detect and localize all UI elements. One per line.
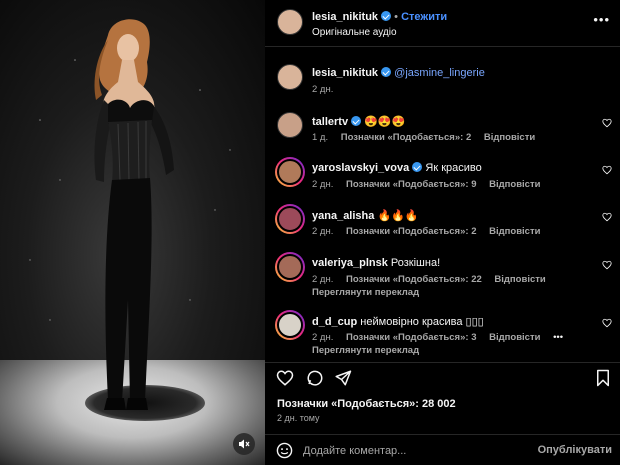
like-comment-heart-icon[interactable]: [602, 318, 612, 328]
see-translation-link[interactable]: Переглянути переклад: [312, 345, 419, 356]
reply-button[interactable]: Відповісти: [494, 274, 545, 285]
post-time: 2 дн. тому: [277, 413, 320, 423]
verified-badge-icon: [381, 67, 392, 77]
like-comment-heart-icon[interactable]: [602, 165, 612, 175]
avatar[interactable]: [275, 204, 305, 234]
mute-button[interactable]: [233, 433, 255, 455]
post-media[interactable]: [0, 0, 265, 465]
header-username[interactable]: lesia_nikituk: [312, 11, 378, 23]
caption-time: 2 дн.: [312, 84, 334, 95]
like-comment-heart-icon[interactable]: [602, 118, 612, 128]
action-bar: [265, 362, 620, 392]
save-bookmark-icon[interactable]: [595, 369, 611, 387]
caption: lesia_nikituk @jasmine_lingerie 2 дн.: [265, 60, 620, 100]
comment-username[interactable]: valeriya_plnsk: [312, 257, 388, 269]
avatar[interactable]: [275, 310, 305, 340]
comment-item: tallertv 😍😍😍 1 д. Позначки «Подобається»…: [265, 110, 620, 150]
reply-button[interactable]: Відповісти: [489, 332, 540, 343]
verified-badge-icon: [351, 116, 362, 126]
comment-time: 2 дн.: [312, 274, 334, 285]
speaker-muted-icon: [239, 439, 250, 449]
comment-composer: Опублікувати: [265, 434, 620, 465]
comment-item: d_d_cup неймовірно красива ▯▯▯ 2 дн. Поз…: [265, 310, 620, 360]
reply-button[interactable]: Відповісти: [489, 226, 540, 237]
like-comment-heart-icon[interactable]: [602, 212, 612, 222]
reply-button[interactable]: Відповісти: [489, 179, 540, 190]
comment-text: Як красиво: [425, 162, 482, 174]
separator-dot: •: [394, 11, 399, 23]
comment-likes-link[interactable]: Позначки «Подобається»: 2: [346, 226, 476, 237]
post-details-panel: lesia_nikituk • Стежити Оригінальне ауді…: [265, 0, 620, 465]
like-heart-icon[interactable]: [276, 369, 294, 387]
caption-username[interactable]: lesia_nikituk: [312, 67, 378, 79]
comment-username[interactable]: yaroslavskyi_vova: [312, 162, 409, 174]
comment-time: 2 дн.: [312, 226, 334, 237]
comment-input[interactable]: [303, 442, 533, 460]
comment-text: 🔥🔥🔥: [377, 210, 419, 222]
avatar[interactable]: [275, 157, 305, 187]
avatar[interactable]: [277, 112, 303, 138]
comment-text: 😍😍😍: [364, 116, 406, 128]
verified-badge-icon: [381, 11, 392, 21]
comment-time: 2 дн.: [312, 179, 334, 190]
comment-username[interactable]: yana_alisha: [312, 210, 374, 222]
comment-time: 2 дн.: [312, 332, 334, 343]
like-comment-heart-icon[interactable]: [602, 260, 612, 270]
comment-likes-link[interactable]: Позначки «Подобається»: 3: [346, 332, 476, 343]
comment-time: 1 д.: [312, 132, 329, 143]
post-header: lesia_nikituk • Стежити Оригінальне ауді…: [265, 0, 620, 47]
audio-label[interactable]: Оригінальне аудіо: [312, 27, 397, 38]
comment-item: yaroslavskyi_vova Як красиво 2 дн. Позна…: [265, 157, 620, 197]
comment-item: valeriya_plnsk Розкішна! 2 дн. Позначки …: [265, 252, 620, 302]
mention-link[interactable]: @jasmine_lingerie: [394, 67, 485, 79]
comment-likes-link[interactable]: Позначки «Подобається»: 2: [341, 132, 471, 143]
comment-username[interactable]: tallertv: [312, 116, 348, 128]
publish-button[interactable]: Опублікувати: [538, 444, 612, 456]
share-send-icon[interactable]: [334, 369, 352, 387]
emoji-smiley-icon[interactable]: [276, 442, 293, 459]
comment-text: Розкішна!: [390, 257, 441, 269]
reply-button[interactable]: Відповісти: [484, 132, 535, 143]
see-translation-link[interactable]: Переглянути переклад: [312, 287, 419, 298]
verified-badge-icon: [412, 162, 423, 172]
avatar[interactable]: [277, 64, 303, 90]
avatar[interactable]: [277, 9, 303, 35]
comment-likes-link[interactable]: Позначки «Подобається»: 9: [346, 179, 476, 190]
comment-more-options-icon[interactable]: •••: [553, 332, 563, 343]
likes-count[interactable]: Позначки «Подобається»: 28 002: [277, 398, 456, 410]
model-photo: [29, 19, 231, 410]
comment-item: yana_alisha 🔥🔥🔥 2 дн. Позначки «Подобаєт…: [265, 204, 620, 244]
comment-username[interactable]: d_d_cup: [312, 316, 357, 328]
follow-button[interactable]: Стежити: [401, 11, 447, 23]
more-options-icon[interactable]: •••: [593, 12, 610, 27]
avatar[interactable]: [275, 252, 305, 282]
comment-bubble-icon[interactable]: [306, 369, 324, 387]
comment-likes-link[interactable]: Позначки «Подобається»: 22: [346, 274, 482, 285]
comment-text: неймовірно красива ▯▯▯: [360, 316, 484, 328]
